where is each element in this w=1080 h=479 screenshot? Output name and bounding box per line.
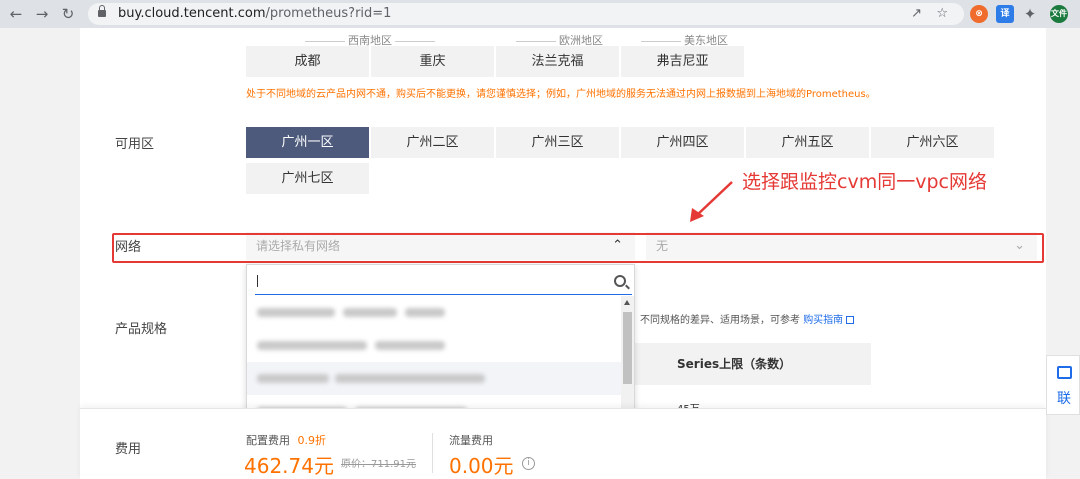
spec-note-text: 不同规格的差异、适用场景，可参考 [640,315,800,326]
fee-bar [80,408,1046,479]
config-fee-label-text: 配置费用 [246,434,290,447]
chat-icon [1057,366,1072,379]
zone-option-3[interactable]: 广州三区 [496,127,619,158]
series-limit-header: Series上限（条数） [635,343,871,385]
annotation-text: 选择跟监控cvm同一vpc网络 [742,171,987,193]
traffic-fee-price: 0.00元 [449,454,514,478]
zone-option-6[interactable]: 广州六区 [871,127,994,158]
share-icon[interactable]: ↗ [911,6,922,21]
config-fee-label: 配置费用 0.9折 [246,432,326,448]
annotation-arrow-icon [690,181,733,222]
spec-note: 不同规格的差异、适用场景，可参考 购买指南 [640,311,855,326]
zone-option-5[interactable]: 广州五区 [746,127,869,158]
browser-toolbar: ← → ↻ buy.cloud.tencent.com/prometheus?r… [0,0,1080,28]
traffic-fee-label: 流量费用 [449,434,493,447]
bookmark-star-icon[interactable]: ☆ [936,6,948,21]
contact-label: 联 [1057,391,1071,407]
fee-label: 费用 [115,442,142,457]
config-fee-price: 462.74元 [244,454,334,478]
region-frankfurt[interactable]: 法兰克福 [496,46,619,77]
vpc-option[interactable] [247,362,622,395]
vpc-option[interactable] [247,329,622,362]
scroll-up-icon[interactable] [624,300,630,305]
forward-icon[interactable]: → [32,4,52,24]
network-highlight-box [112,233,1044,263]
zone-option-1[interactable]: 广州一区 [246,127,369,158]
fee-divider [432,433,433,473]
address-bar[interactable]: buy.cloud.tencent.com/prometheus?rid=1 ↗… [88,3,964,25]
info-icon[interactable]: i [522,457,535,470]
original-price: 原价：711.91元 [341,459,416,470]
purchase-guide-link[interactable]: 购买指南 [803,315,843,326]
puzzle-extensions-icon[interactable]: ✦ [1020,4,1040,24]
vpc-option[interactable] [247,296,622,329]
contact-widget[interactable]: 联 [1046,355,1080,415]
zone-option-4[interactable]: 广州四区 [621,127,744,158]
vpc-search-input[interactable] [255,269,632,295]
zone-option-2[interactable]: 广州二区 [371,127,494,158]
translate-extension-icon[interactable]: 译 [996,5,1014,23]
region-chengdu[interactable]: 成都 [246,46,369,77]
profile-avatar[interactable]: 文件 [1050,5,1068,23]
spec-label: 产品规格 [115,322,168,337]
region-chongqing[interactable]: 重庆 [371,46,494,77]
purchase-page: 西南地区 欧洲地区 美东地区 成都 重庆 法兰克福 弗吉尼亚 处于不同地域的云产… [80,28,1046,479]
scrollbar-thumb[interactable] [623,312,632,384]
region-warning-text: 处于不同地域的云产品内网不通，购买后不能更换，请您谨慎选择；例如，广州地域的服务… [246,89,876,100]
back-icon[interactable]: ← [6,4,26,24]
region-virginia[interactable]: 弗吉尼亚 [621,46,744,77]
reload-icon[interactable]: ↻ [58,4,78,24]
search-icon[interactable] [614,275,626,287]
extension-icon[interactable]: ⊗ [970,5,988,23]
external-link-icon[interactable] [846,316,855,324]
text-cursor [257,275,258,287]
url-host: buy.cloud.tencent.com [118,6,266,21]
zone-option-7[interactable]: 广州七区 [246,163,369,194]
lock-icon[interactable] [98,5,106,18]
url-path: /prometheus?rid=1 [265,6,392,21]
zone-label: 可用区 [115,137,155,152]
discount-badge: 0.9折 [297,434,327,447]
url-text[interactable]: buy.cloud.tencent.com/prometheus?rid=1 [118,6,391,21]
